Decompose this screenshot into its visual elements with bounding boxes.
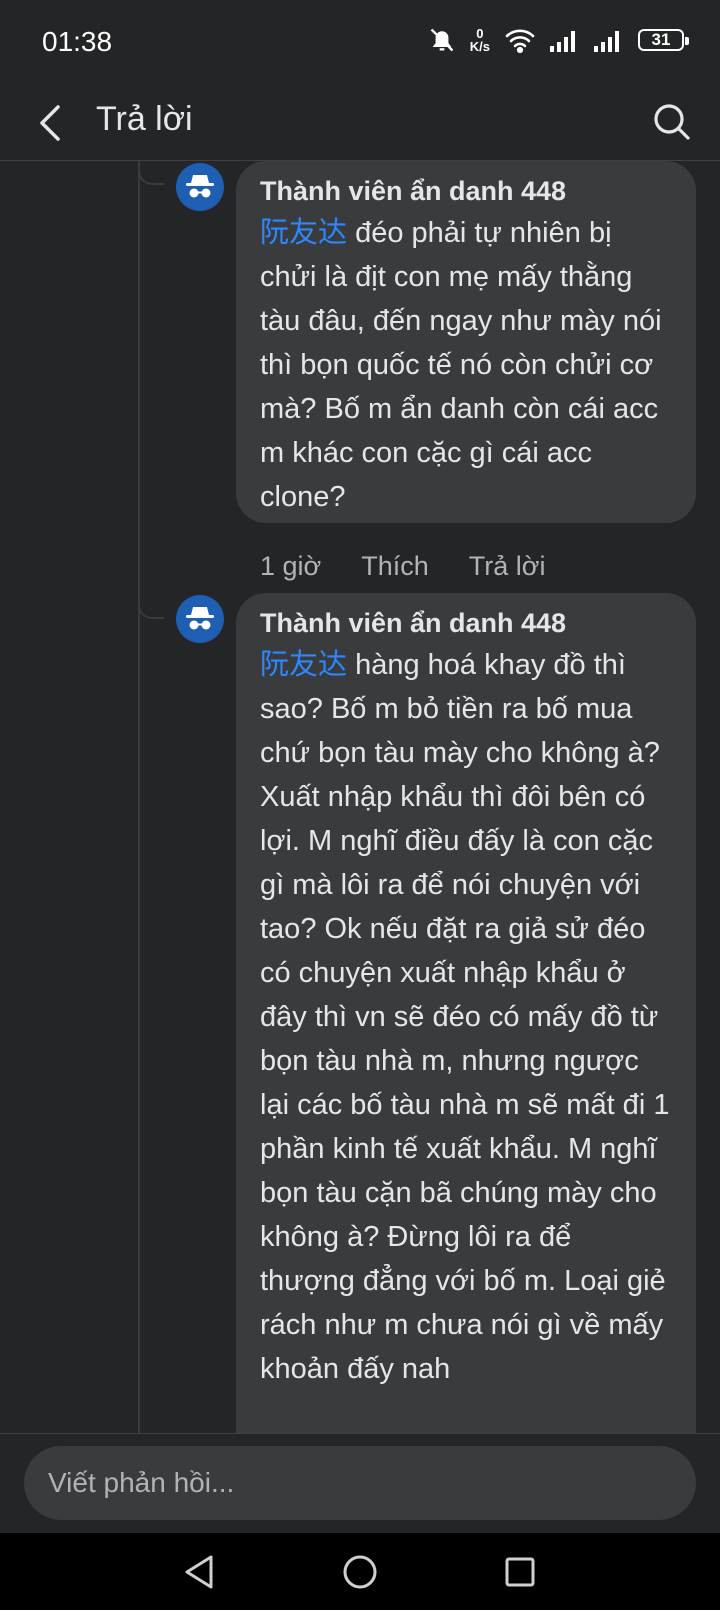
page-title: Trả lời bbox=[96, 100, 193, 138]
mention-link[interactable]: 阮友达 bbox=[260, 649, 347, 681]
search-button[interactable] bbox=[646, 96, 698, 148]
comment-author[interactable]: Thành viên ẩn danh 448 bbox=[260, 605, 674, 641]
nav-recents-button[interactable] bbox=[490, 1542, 550, 1602]
net-speed-unit: K/s bbox=[469, 39, 490, 54]
app-header: Trả lời bbox=[0, 86, 720, 161]
mention-link[interactable]: 阮友达 bbox=[260, 217, 347, 249]
avatar[interactable] bbox=[176, 595, 224, 643]
comment-author[interactable]: Thành viên ẩn danh 448 bbox=[260, 173, 674, 209]
comment-text: 阮友达 đéo phải tự nhiên bị chửi là địt con… bbox=[260, 211, 674, 519]
wifi-icon bbox=[504, 27, 536, 53]
signal-icon-1 bbox=[550, 28, 580, 52]
square-recents-icon bbox=[505, 1557, 535, 1586]
circle-home-icon bbox=[343, 1555, 377, 1588]
search-icon bbox=[654, 104, 690, 140]
like-button[interactable]: Thích bbox=[361, 551, 429, 582]
back-arrow-icon bbox=[40, 105, 60, 141]
system-nav-bar bbox=[0, 1533, 720, 1610]
comment-time: 1 giờ bbox=[260, 551, 322, 581]
comment-actions: 1 giờ Thích Trả lời bbox=[260, 551, 545, 582]
comment-bubble[interactable]: Thành viên ẩn danh 448 阮友达 đéo phải tự n… bbox=[236, 161, 696, 523]
nav-back-button[interactable] bbox=[170, 1542, 230, 1602]
comment-body: đéo phải tự nhiên bị chửi là địt con mẹ … bbox=[260, 217, 662, 513]
triangle-back-icon bbox=[185, 1555, 213, 1588]
comment-bubble[interactable]: Thành viên ẩn danh 448 阮友达 hàng hoá khay… bbox=[236, 593, 696, 1433]
thread-line bbox=[138, 161, 140, 1433]
battery-indicator: 31 bbox=[638, 29, 689, 51]
bell-muted-icon bbox=[428, 26, 456, 54]
comment-thread[interactable]: Thành viên ẩn danh 448 阮友达 đéo phải tự n… bbox=[0, 161, 720, 1433]
reply-button[interactable]: Trả lời bbox=[469, 551, 546, 582]
reply-connector bbox=[138, 593, 164, 619]
nav-home-button[interactable] bbox=[330, 1542, 390, 1602]
status-bar: 01:38 0 K/s 31 bbox=[0, 0, 720, 86]
signal-icon-2 bbox=[594, 28, 624, 52]
reply-input[interactable] bbox=[24, 1446, 696, 1520]
avatar[interactable] bbox=[176, 163, 224, 211]
incognito-icon bbox=[186, 175, 214, 198]
incognito-icon bbox=[186, 607, 214, 630]
comment-body: hàng hoá khay đồ thì sao? Bố m bỏ tiền r… bbox=[260, 649, 670, 1385]
comment-text: 阮友达 hàng hoá khay đồ thì sao? Bố m bỏ ti… bbox=[260, 643, 674, 1391]
status-time: 01:38 bbox=[42, 26, 113, 57]
status-icons: 0 K/s 31 bbox=[428, 26, 689, 54]
back-button[interactable] bbox=[26, 98, 76, 148]
reply-connector bbox=[138, 161, 164, 185]
reply-composer bbox=[0, 1433, 720, 1534]
net-speed: 0 K/s bbox=[470, 27, 490, 53]
